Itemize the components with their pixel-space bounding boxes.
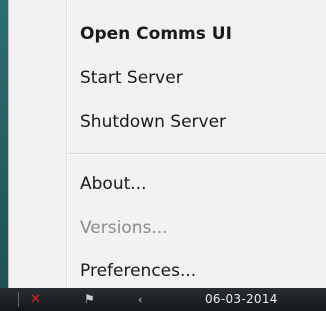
- show-hidden-icons-arrow-icon[interactable]: ‹: [138, 292, 148, 307]
- tray-app-icon[interactable]: ✕: [30, 292, 42, 307]
- menu-item-versions: Versions...: [80, 218, 168, 238]
- desktop-background: [0, 0, 8, 290]
- taskbar-divider: [18, 292, 19, 307]
- flag-icon[interactable]: ⚑: [84, 292, 98, 307]
- menu-separator: [68, 153, 326, 155]
- menu-item-open-comms-ui[interactable]: Open Comms UI: [9, 12, 326, 56]
- menu-item-shutdown-server[interactable]: Shutdown Server: [9, 100, 326, 144]
- taskbar: ✕ ⚑ ‹ 06-03-2014: [0, 288, 326, 311]
- menu-item-preferences[interactable]: Preferences...: [9, 249, 326, 293]
- taskbar-date[interactable]: 06-03-2014: [205, 291, 278, 307]
- menu-item-start-server[interactable]: Start Server: [9, 56, 326, 100]
- menu-item-about[interactable]: About...: [9, 162, 326, 206]
- tray-context-menu: Open Comms UI Start Server Shutdown Serv…: [8, 0, 326, 290]
